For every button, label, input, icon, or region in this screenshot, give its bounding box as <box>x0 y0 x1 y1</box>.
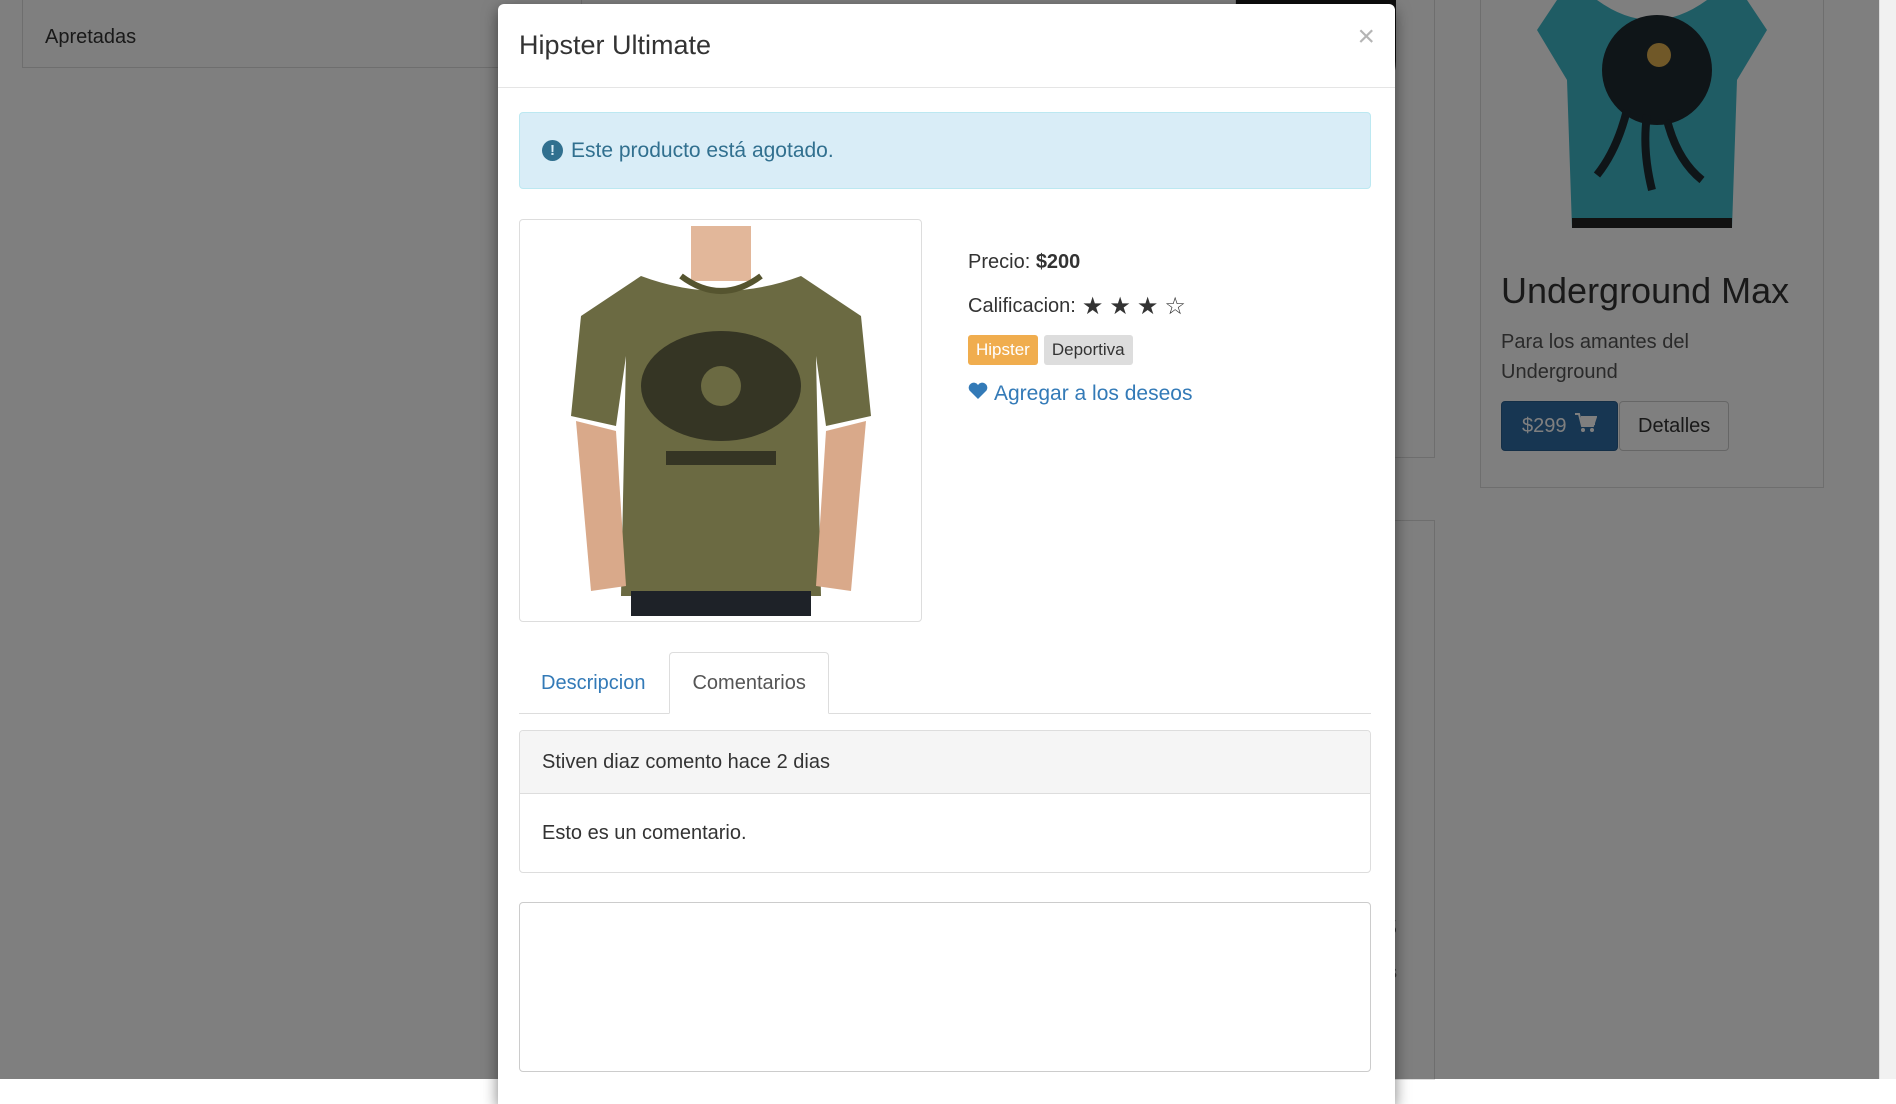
tab-comentarios[interactable]: Comentarios <box>669 652 829 714</box>
wishlist-label: Agregar a los deseos <box>994 382 1193 405</box>
alert-text: Este producto está agotado. <box>571 138 834 162</box>
rating-stars: ★★★☆ <box>1081 292 1192 320</box>
rating-row: Calificacion: ★★★☆ <box>968 292 1192 320</box>
price-row: Precio: $200 <box>968 250 1192 274</box>
price-value: $200 <box>1035 250 1081 273</box>
heart-icon <box>968 382 988 406</box>
tag-list: Hipster Deportiva <box>968 335 1192 365</box>
scrollbar[interactable] <box>1879 0 1896 1079</box>
modal-title: Hipster Ultimate <box>519 30 712 60</box>
product-thumbnail <box>519 219 922 622</box>
product-info: Precio: $200 Calificacion: ★★★☆ Hipster … <box>968 250 1192 406</box>
close-icon[interactable]: × <box>1357 22 1375 52</box>
tab-descripcion[interactable]: Descripcion <box>519 652 667 714</box>
product-tabs: Descripcion Comentarios <box>519 652 1371 714</box>
add-to-wishlist-link[interactable]: Agregar a los deseos <box>968 382 1192 406</box>
comment-heading: Stiven diaz comento hace 2 dias <box>520 731 1370 794</box>
price-label: Precio: <box>968 250 1031 273</box>
tag-deportiva: Deportiva <box>1043 335 1133 365</box>
exclamation-circle-icon: ! <box>542 140 563 161</box>
comment-body: Esto es un comentario. <box>542 821 747 844</box>
out-of-stock-alert: ! Este producto está agotado. <box>519 112 1371 189</box>
comment-input[interactable] <box>519 902 1371 1072</box>
modal-header: Hipster Ultimate × <box>498 4 1395 88</box>
product-modal: Hipster Ultimate × ! Este producto está … <box>498 4 1395 1104</box>
tag-hipster: Hipster <box>968 335 1038 365</box>
rating-label: Calificacion: <box>968 294 1076 317</box>
comment-panel: Stiven diaz comento hace 2 dias Esto es … <box>519 730 1371 873</box>
